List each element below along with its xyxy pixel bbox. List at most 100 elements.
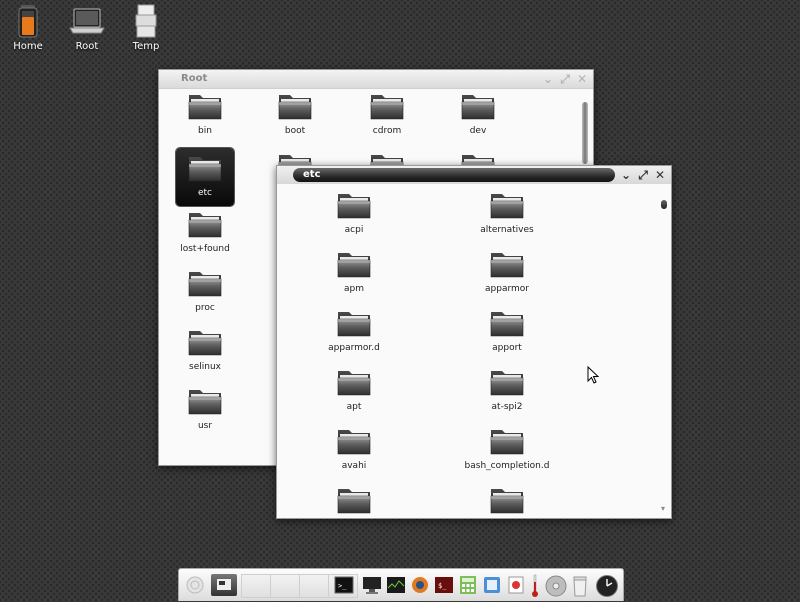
scrollbar-thumb[interactable] (661, 200, 667, 209)
terminal-launcher[interactable]: >_ (333, 574, 357, 596)
taskbar: >_ $_ (178, 568, 624, 601)
folder-selinux[interactable]: selinux (165, 328, 245, 372)
menu-button[interactable] (183, 574, 207, 596)
folder-next[interactable] (314, 486, 394, 520)
clock-icon (596, 575, 618, 597)
folder-label: cdrom (372, 126, 402, 136)
folder-label: apparmor (485, 284, 529, 294)
folder-bin[interactable]: bin (165, 92, 245, 136)
folder-label: apm (344, 284, 364, 294)
folder-icon (490, 309, 524, 337)
firefox-icon (412, 577, 428, 593)
maximize-icon[interactable]: ⤢ (636, 168, 650, 182)
folder-apt[interactable]: apt (314, 368, 394, 412)
folder-icon (188, 92, 222, 120)
folder-alternatives[interactable]: alternatives (447, 191, 567, 235)
close-icon[interactable]: ✕ (575, 72, 589, 86)
terminal-icon: >_ (334, 576, 354, 594)
folder-bash-completion[interactable]: bash_completion.d (447, 427, 567, 471)
folder-apparmor[interactable]: apparmor (447, 250, 567, 294)
folder-label: lost+found (180, 244, 230, 254)
folder-icon (188, 387, 222, 415)
desktop-root-label: Root (75, 41, 99, 52)
window-title: Root (181, 73, 208, 84)
workspace-2[interactable] (270, 574, 300, 598)
root-titlebar[interactable]: Root ⌄ ⤢ ✕ (159, 70, 593, 89)
folder-label: alternatives (480, 225, 534, 235)
desktop-temp[interactable]: Temp (121, 3, 171, 52)
trash-icon (573, 576, 587, 597)
scrollbar-thumb[interactable] (582, 102, 588, 164)
disk-launcher[interactable] (543, 574, 569, 597)
folder-icon (337, 191, 371, 219)
folder-icon (337, 309, 371, 337)
paint-icon (508, 576, 524, 594)
svg-text:$_: $_ (438, 582, 447, 590)
desktop-home-label: Home (13, 41, 43, 52)
etc-titlebar[interactable]: etc ⌄ ⤢ ✕ (277, 166, 671, 184)
folder-usr[interactable]: usr (165, 387, 245, 431)
folder-label: at-spi2 (491, 402, 523, 412)
show-desktop-button[interactable] (211, 574, 237, 596)
folder-apm[interactable]: apm (314, 250, 394, 294)
folder-avahi[interactable]: avahi (314, 427, 394, 471)
folder-icon (337, 486, 371, 514)
maximize-icon[interactable]: ⤢ (558, 72, 572, 86)
folder-etc[interactable]: etc (176, 148, 234, 206)
folder-apport[interactable]: apport (447, 309, 567, 353)
etc-window: etc ⌄ ⤢ ✕ acpi alternatives apm apparmor… (276, 165, 672, 519)
disk-icon (545, 575, 567, 597)
folder-icon (188, 269, 222, 297)
folder-boot[interactable]: boot (255, 92, 335, 136)
folder-icon (188, 154, 222, 182)
folder-lost-found[interactable]: lost+found (165, 210, 245, 254)
folder-icon (490, 427, 524, 455)
boxes-icon (126, 3, 166, 39)
folder-label: proc (195, 303, 215, 313)
folder-cdrom[interactable]: cdrom (347, 92, 427, 136)
folder-icon (337, 368, 371, 396)
workspace-3[interactable] (299, 574, 329, 598)
terminal-red-icon: $_ (435, 577, 453, 593)
folder-icon (337, 250, 371, 278)
desktop-temp-label: Temp (132, 41, 160, 52)
paint-launcher[interactable] (505, 574, 527, 596)
firefox-launcher[interactable] (409, 574, 431, 596)
calculator-launcher[interactable] (457, 574, 479, 596)
folder-dev[interactable]: dev (438, 92, 518, 136)
calculator-icon (460, 576, 476, 594)
folder-next[interactable] (467, 486, 547, 520)
clock-widget[interactable] (594, 574, 620, 597)
temperature-widget[interactable] (528, 574, 542, 597)
folder-icon (461, 92, 495, 120)
desktop-root[interactable]: Root (62, 3, 112, 52)
desktop-home[interactable]: Home (3, 3, 53, 52)
finder-launcher[interactable] (481, 574, 503, 596)
folder-at-spi2[interactable]: at-spi2 (447, 368, 567, 412)
mouse-cursor-icon (587, 366, 600, 384)
folder-icon (490, 250, 524, 278)
folder-label: apt (346, 402, 362, 412)
folder-label: dev (469, 126, 487, 136)
finder-icon (484, 577, 500, 593)
monitor-launcher[interactable] (361, 574, 383, 596)
folder-label: etc (197, 188, 212, 198)
chevron-down-icon[interactable]: ⌄ (619, 168, 633, 182)
folder-acpi[interactable]: acpi (314, 191, 394, 235)
workspace-1[interactable] (241, 574, 271, 598)
system-monitor-launcher[interactable] (385, 574, 407, 596)
folder-label: selinux (189, 362, 221, 372)
folder-proc[interactable]: proc (165, 269, 245, 313)
folder-icon (188, 210, 222, 238)
folder-apparmor-d[interactable]: apparmor.d (314, 309, 394, 353)
folder-label: bash_completion.d (464, 461, 550, 471)
close-icon[interactable]: ✕ (653, 168, 667, 182)
terminal-red-launcher[interactable]: $_ (433, 574, 455, 596)
trash-launcher[interactable] (569, 574, 591, 597)
battery-trash-icon (8, 3, 48, 39)
scroll-down-icon[interactable]: ▾ (661, 504, 665, 513)
chevron-down-icon[interactable]: ⌄ (541, 72, 555, 86)
system-monitor-icon (387, 577, 405, 593)
logo-icon (186, 576, 204, 594)
folder-label: apparmor.d (328, 343, 380, 353)
